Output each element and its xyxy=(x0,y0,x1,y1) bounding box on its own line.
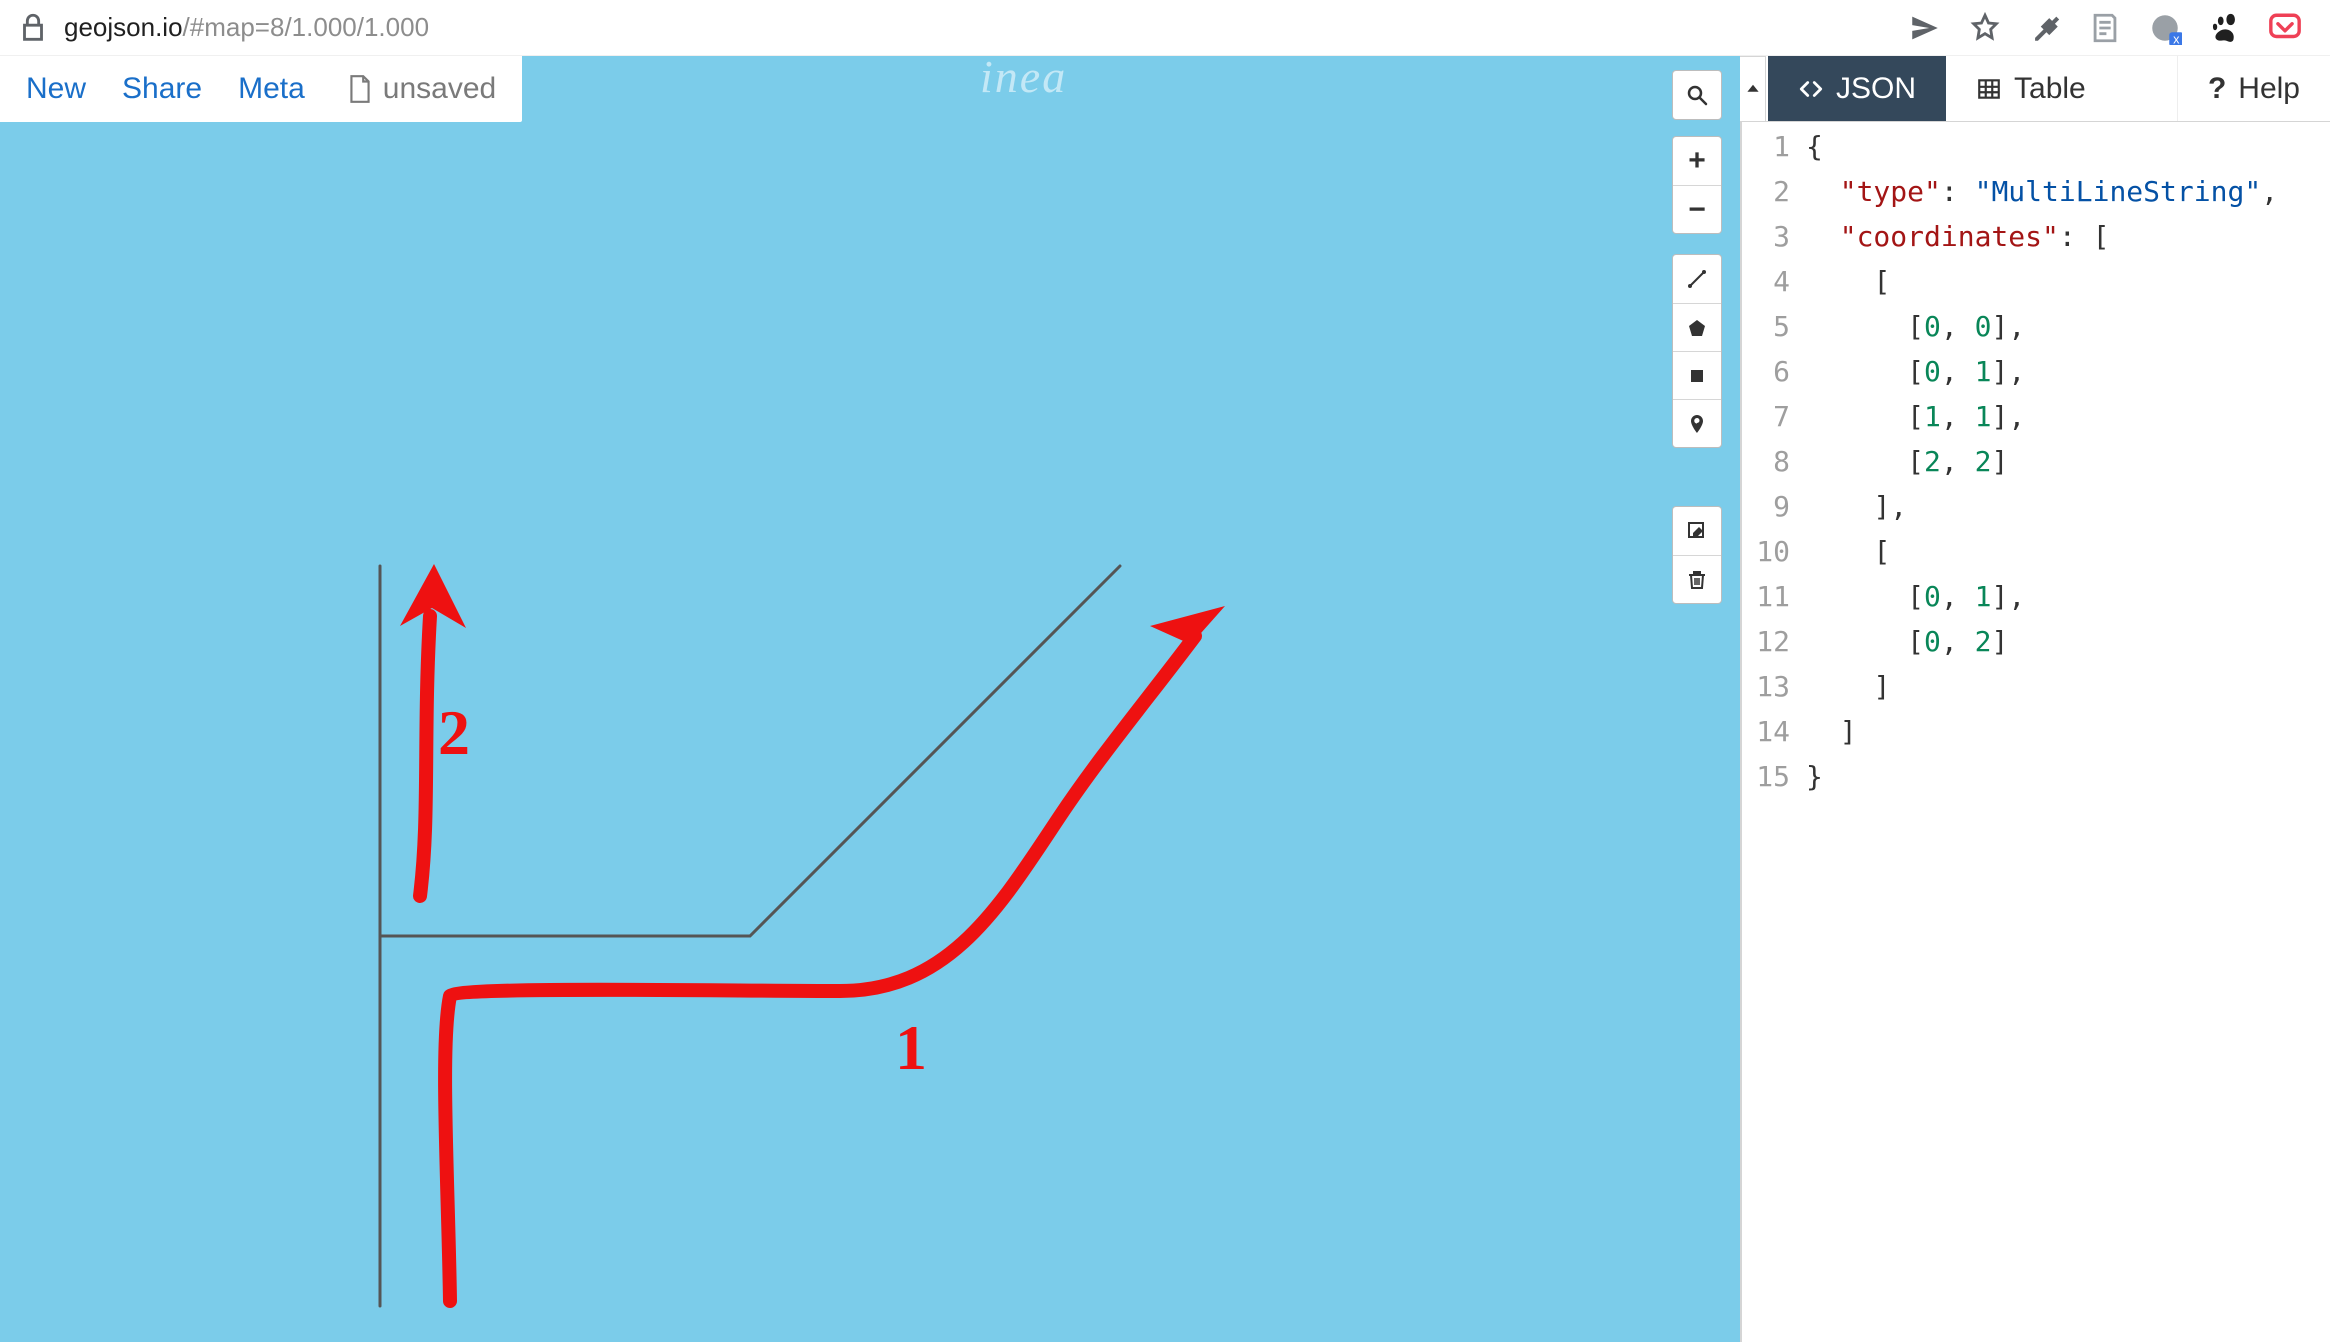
zoom-out-button[interactable]: − xyxy=(1673,185,1721,233)
menu-new[interactable]: New xyxy=(26,72,86,106)
map-zoom-control: + − xyxy=(1672,136,1722,234)
file-icon xyxy=(347,74,373,104)
note-icon[interactable] xyxy=(2088,11,2122,45)
menu-share[interactable]: Share xyxy=(122,72,202,106)
eyedropper-icon[interactable] xyxy=(2028,11,2062,45)
question-icon: ? xyxy=(2208,72,2226,106)
map-search-control xyxy=(1672,70,1722,120)
json-editor[interactable]: 123456789101112131415 { "type": "MultiLi… xyxy=(1742,122,2330,1342)
trash-icon xyxy=(1685,568,1709,592)
draw-rectangle-button[interactable] xyxy=(1673,351,1721,399)
editor-code[interactable]: { "type": "MultiLineString", "coordinate… xyxy=(1800,122,2330,1342)
geojson-line-1[interactable] xyxy=(380,566,1120,1306)
right-panel: JSON Table ? Help 123456789101112131415 … xyxy=(1740,56,2330,1342)
map-draw-toolbar xyxy=(1672,254,1722,448)
ext1-icon[interactable]: x xyxy=(2148,11,2182,45)
search-button[interactable] xyxy=(1673,71,1721,119)
lock-icon xyxy=(16,11,50,45)
zoom-in-button[interactable]: + xyxy=(1673,137,1721,185)
url-host: geojson.io xyxy=(64,12,183,42)
send-icon[interactable] xyxy=(1908,11,1942,45)
draw-marker-button[interactable] xyxy=(1673,399,1721,447)
tab-table[interactable]: Table xyxy=(1946,56,2116,121)
pocket-icon[interactable] xyxy=(2268,11,2302,45)
url-path: /#map=8/1.000/1.000 xyxy=(183,12,429,42)
polyline-icon xyxy=(1685,267,1709,291)
browser-url[interactable]: geojson.io/#map=8/1.000/1.000 xyxy=(64,12,429,43)
tab-json[interactable]: JSON xyxy=(1768,56,1946,121)
tab-json-label: JSON xyxy=(1836,72,1916,106)
menu-meta[interactable]: Meta xyxy=(238,72,305,106)
annotation-label-1: 1 xyxy=(895,1011,927,1085)
tab-table-label: Table xyxy=(2014,72,2086,106)
code-icon xyxy=(1798,76,1824,102)
annotation-arrow-1 xyxy=(445,636,1195,1301)
tab-help[interactable]: ? Help xyxy=(2177,56,2330,121)
menu-bar: New Share Meta unsaved xyxy=(0,56,522,122)
search-icon xyxy=(1685,83,1709,107)
annotation-arrowhead-2 xyxy=(400,564,466,628)
delete-layers-button[interactable] xyxy=(1673,555,1721,603)
annotation-arrow-2 xyxy=(420,616,430,896)
editor-gutter: 123456789101112131415 xyxy=(1742,122,1800,1342)
browser-address-bar: geojson.io/#map=8/1.000/1.000 x xyxy=(0,0,2330,56)
table-icon xyxy=(1976,76,2002,102)
tab-help-label: Help xyxy=(2238,72,2300,106)
map-overlay-svg xyxy=(0,56,1740,1342)
file-status-label: unsaved xyxy=(383,72,496,106)
star-icon[interactable] xyxy=(1968,11,2002,45)
polygon-icon xyxy=(1685,316,1709,340)
map-edit-toolbar xyxy=(1672,506,1722,604)
rectangle-icon xyxy=(1685,364,1709,388)
svg-text:x: x xyxy=(2173,31,2180,44)
draw-line-button[interactable] xyxy=(1673,255,1721,303)
caret-up-icon xyxy=(1746,82,1760,96)
draw-polygon-button[interactable] xyxy=(1673,303,1721,351)
panel-tabs: JSON Table ? Help xyxy=(1742,56,2330,122)
browser-extension-icons: x xyxy=(1908,11,2314,45)
annotation-label-2: 2 xyxy=(438,696,470,770)
map-pane[interactable]: inea New Share Meta unsaved + − xyxy=(0,56,1740,1342)
gnome-foot-icon[interactable] xyxy=(2208,11,2242,45)
panel-collapse-toggle[interactable] xyxy=(1740,56,1766,122)
marker-icon xyxy=(1685,412,1709,436)
file-status: unsaved xyxy=(347,72,496,106)
map-basemap-label: inea xyxy=(980,56,1067,103)
edit-icon xyxy=(1685,519,1709,543)
edit-layers-button[interactable] xyxy=(1673,507,1721,555)
annotation-arrowhead-1 xyxy=(1150,606,1225,668)
